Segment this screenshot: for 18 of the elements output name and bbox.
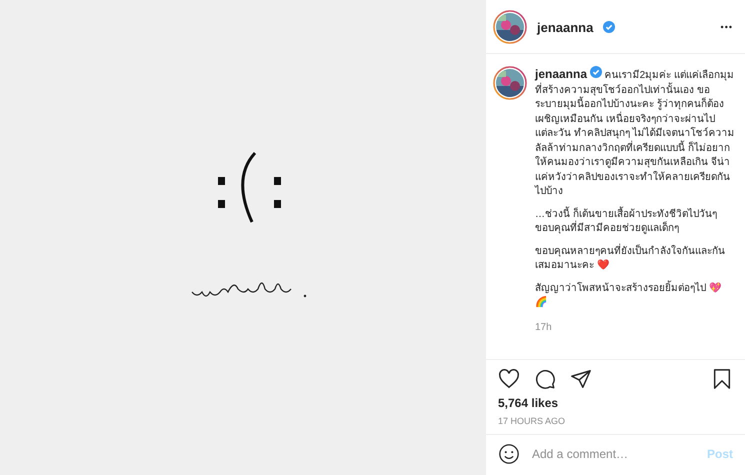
caption-text: สัญญาว่าโพสหน้าจะสร้างรอยยิ้มต่อๆไป 💖 🌈	[535, 282, 722, 310]
more-options-icon[interactable]: •••	[720, 22, 733, 32]
timestamp: 17 HOURS AGO	[497, 415, 566, 428]
heart-icon[interactable]	[498, 368, 520, 390]
avatar[interactable]	[493, 10, 527, 44]
avatar[interactable]	[493, 66, 527, 100]
smiley-icon[interactable]	[498, 443, 520, 465]
caption-text: ขอบคุณหลายๆคนที่ยังเป็นกำลังใจกันและกันเสมอมานะคะ ❤	[535, 244, 726, 273]
caption-username[interactable]: jenaanna	[535, 67, 588, 81]
comment-icon[interactable]	[534, 368, 556, 390]
send-icon[interactable]	[570, 368, 592, 390]
post-age: 17h	[535, 320, 553, 334]
username[interactable]: jenaanna	[537, 20, 594, 34]
caption-text: …ช่วงนี้ ก็เต้นขายเสื้อผ้าประทังชีวิตไปวันๆ ขอบคุณที่มีสามีคอยช่วยดูแลเด็กๆ	[535, 208, 718, 236]
comment-field[interactable]: Add a comment…	[530, 446, 697, 462]
caption-text: jenaanna คนเรามี2มุมค่ะ แต่แค่เลือกมุมที่สร้างความสุขโชว์ออกไปเท่านั้นเอง ขอระบายมุมนี้ออกไปบ้างนะคะ รู้ว่าทุกคนก็ต้องเผชิญเหมือนกัน เหนื่อยจริงๆกว่าจะผ่านไปแต่ละวัน ทำคลิปสนุกๆ ไม่ได้มีเจตนาโชว์ความลัลล้าท่ามกลางวิกฤตที่เครียดแบบนี้ ก็ไม่อยากให้คนมองว่าเราดูมีความสุขกันเหลือเกิน จีน่าแค่หวังว่าคลิปของเราจะทำให้คลายเครียดกันไปบ้าง	[535, 66, 736, 199]
likes-count[interactable]: 5,764 likes	[486, 390, 745, 410]
bookmark-icon[interactable]	[711, 368, 733, 390]
